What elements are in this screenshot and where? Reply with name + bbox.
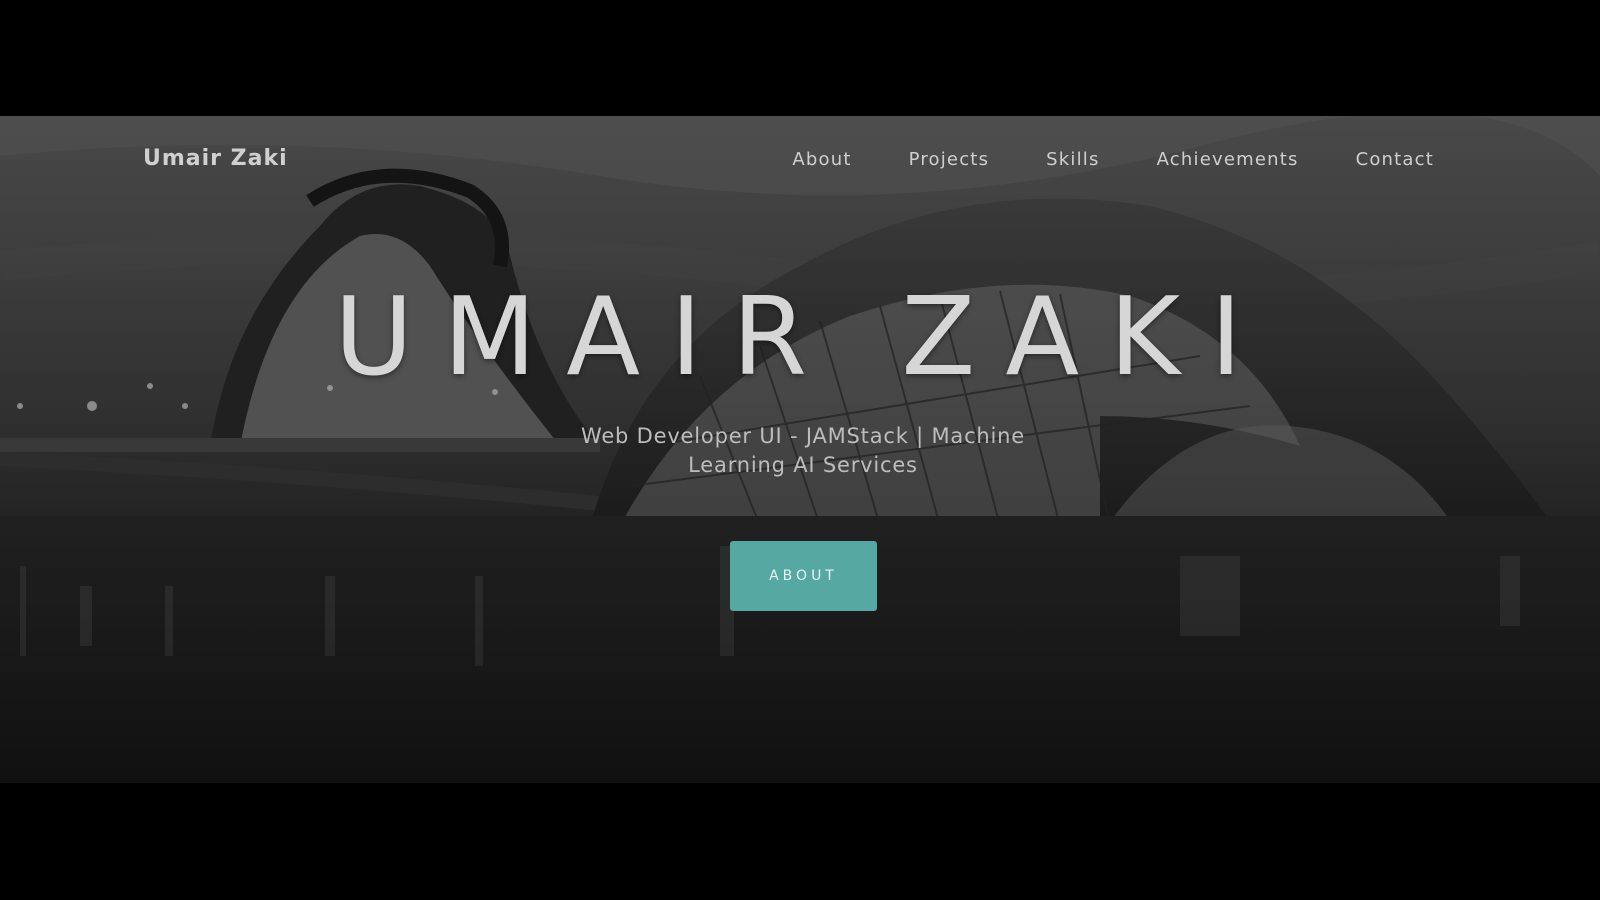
hero-title: UMAIR ZAKI [334, 275, 1272, 400]
viewport: Umair Zaki About Projects Skills Achieve… [0, 0, 1600, 900]
about-button[interactable]: ABOUT [730, 541, 877, 611]
hero-subtitle: Web Developer UI - JAMStack | Machine Le… [580, 424, 1025, 477]
hero-section: Umair Zaki About Projects Skills Achieve… [0, 116, 1600, 783]
nav-link-projects[interactable]: Projects [909, 149, 990, 170]
nav-links: About Projects Skills Achievements Conta… [735, 149, 1434, 170]
nav-link-skills[interactable]: Skills [1046, 149, 1099, 170]
nav-link-about[interactable]: About [792, 149, 851, 170]
top-navbar: Umair Zaki About Projects Skills Achieve… [0, 116, 1600, 216]
nav-link-contact[interactable]: Contact [1356, 149, 1434, 170]
brand-logo[interactable]: Umair Zaki [143, 146, 288, 171]
nav-link-achievements[interactable]: Achievements [1157, 149, 1299, 170]
